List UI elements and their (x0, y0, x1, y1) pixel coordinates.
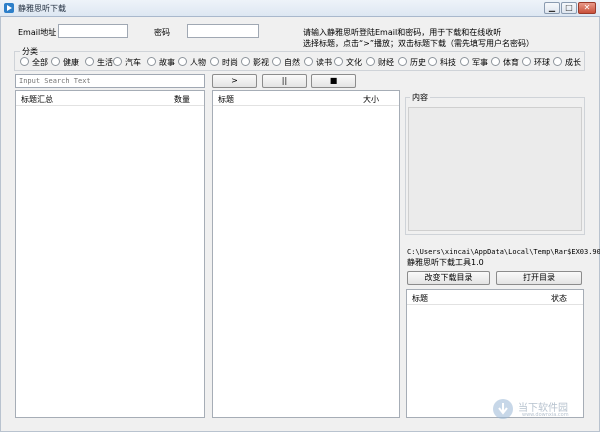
column-header-size[interactable]: 大小 (363, 94, 379, 105)
category-radio-5[interactable] (178, 57, 187, 66)
app-icon (4, 3, 14, 13)
category-label-2[interactable]: 生活 (97, 57, 113, 68)
watermark-logo-icon (493, 399, 513, 419)
category-label-0[interactable]: 全部 (32, 57, 48, 68)
category-radio-17[interactable] (553, 57, 562, 66)
column-header-count[interactable]: 数量 (174, 94, 190, 105)
category-radio-12[interactable] (398, 57, 407, 66)
category-label-4[interactable]: 故事 (159, 57, 175, 68)
category-radio-9[interactable] (304, 57, 313, 66)
column-header-status[interactable]: 状态 (551, 293, 567, 304)
change-directory-button[interactable]: 改变下载目录 (407, 271, 490, 285)
title-bar: 静雅思听下载 ▁ □ ✕ (0, 0, 600, 17)
category-label-17[interactable]: 成长 (565, 57, 581, 68)
category-label-6[interactable]: 时尚 (222, 57, 238, 68)
category-radio-3[interactable] (113, 57, 122, 66)
close-icon: ✕ (583, 3, 591, 12)
maximize-button[interactable]: □ (561, 2, 577, 14)
category-label-14[interactable]: 军事 (472, 57, 488, 68)
category-radio-6[interactable] (210, 57, 219, 66)
category-label-7[interactable]: 影视 (253, 57, 269, 68)
category-group-label: 分类 (20, 46, 40, 57)
summary-table-header: 标题汇总 数量 (16, 91, 204, 106)
category-radio-8[interactable] (272, 57, 281, 66)
download-path: C:\Users\xincai\AppData\Local\Temp\Rar$E… (407, 248, 600, 256)
watermark-subtext: www.downxia.com (522, 412, 569, 418)
category-label-3[interactable]: 汽车 (125, 57, 141, 68)
category-radio-16[interactable] (522, 57, 531, 66)
category-radio-11[interactable] (366, 57, 375, 66)
column-header-title[interactable]: 标题 (218, 94, 234, 105)
category-label-10[interactable]: 文化 (346, 57, 362, 68)
column-header-download-title[interactable]: 标题 (412, 293, 428, 304)
category-radio-14[interactable] (460, 57, 469, 66)
email-field[interactable] (58, 24, 128, 38)
category-label-9[interactable]: 读书 (316, 57, 332, 68)
category-radio-7[interactable] (241, 57, 250, 66)
category-label-16[interactable]: 环球 (534, 57, 550, 68)
password-field[interactable] (187, 24, 259, 38)
category-radio-15[interactable] (491, 57, 500, 66)
minimize-icon: ▁ (548, 3, 556, 12)
category-label-5[interactable]: 人物 (190, 57, 206, 68)
password-label: 密码 (154, 28, 170, 37)
login-hint-line1: 请输入静雅思听登陆Email和密码，用于下载和在线收听 (303, 28, 502, 37)
content-text-area[interactable] (408, 107, 582, 231)
category-radio-0[interactable] (20, 57, 29, 66)
maximize-icon: □ (565, 3, 573, 12)
items-table[interactable]: 标题 大小 (212, 90, 400, 418)
search-input[interactable] (15, 74, 205, 88)
app-version: 静雅思听下载工具1.0 (407, 258, 484, 267)
play-button[interactable]: > (212, 74, 257, 88)
minimize-button[interactable]: ▁ (544, 2, 560, 14)
category-radio-13[interactable] (428, 57, 437, 66)
stop-icon: ■ (329, 76, 338, 85)
play-icon: > (231, 76, 238, 85)
category-label-12[interactable]: 历史 (410, 57, 426, 68)
category-radio-2[interactable] (85, 57, 94, 66)
column-header-title-summary[interactable]: 标题汇总 (21, 94, 53, 105)
category-label-8[interactable]: 自然 (284, 57, 300, 68)
close-button[interactable]: ✕ (578, 2, 596, 14)
login-hint-line2: 选择标题，点击“>”播放；双击标题下载（需先填写用户名密码） (303, 39, 534, 48)
category-label-1[interactable]: 健康 (63, 57, 79, 68)
category-label-11[interactable]: 财经 (378, 57, 394, 68)
download-table-header: 标题 状态 (407, 290, 583, 305)
category-radio-4[interactable] (147, 57, 156, 66)
pause-icon: || (281, 76, 288, 85)
items-table-header: 标题 大小 (213, 91, 399, 106)
window-title: 静雅思听下载 (18, 4, 66, 13)
content-group-label: 内容 (410, 92, 430, 103)
category-radio-10[interactable] (334, 57, 343, 66)
stop-button[interactable]: ■ (311, 74, 356, 88)
pause-button[interactable]: || (262, 74, 307, 88)
category-label-13[interactable]: 科技 (440, 57, 456, 68)
open-directory-button[interactable]: 打开目录 (496, 271, 582, 285)
category-label-15[interactable]: 体育 (503, 57, 519, 68)
summary-table[interactable]: 标题汇总 数量 (15, 90, 205, 418)
category-radio-1[interactable] (51, 57, 60, 66)
email-label: Email地址 (18, 28, 57, 37)
